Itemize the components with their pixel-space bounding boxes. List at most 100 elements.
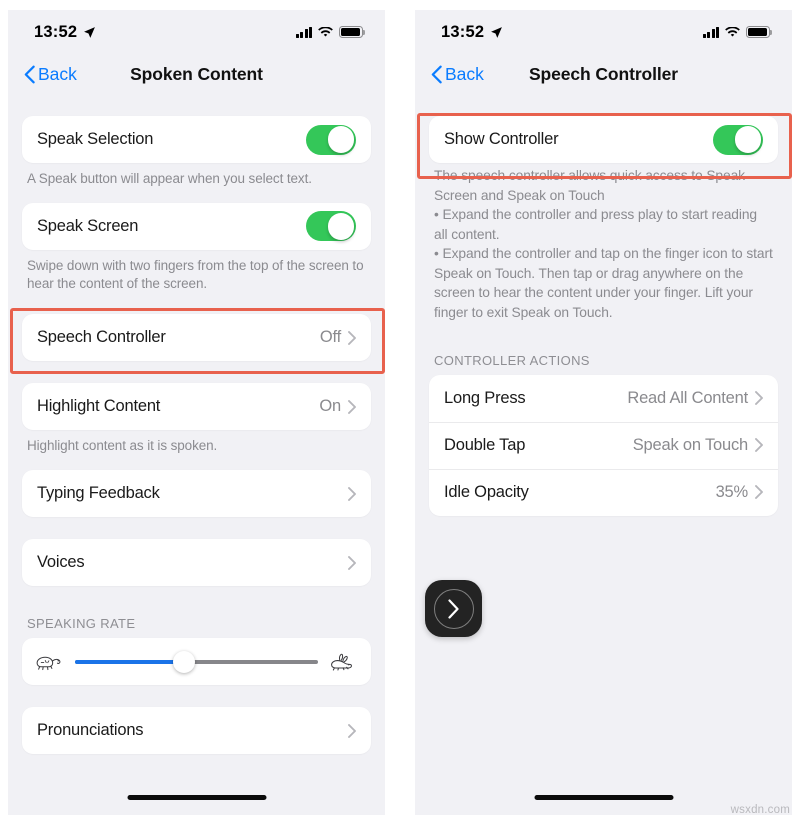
settings-list-left: Speak Selection A Speak button will appe… <box>8 94 385 755</box>
voices-value-group <box>348 555 356 570</box>
long-press-row[interactable]: Long Press Read All Content <box>429 375 778 422</box>
long-press-label: Long Press <box>444 388 526 407</box>
status-bar-left-group: 13:52 <box>34 23 96 42</box>
toggle-knob <box>327 212 355 240</box>
speech-controller-description: The speech controller allows quick acces… <box>434 168 773 321</box>
settings-list-right: Show Controller The speech controller al… <box>415 94 792 516</box>
chevron-left-icon <box>24 65 35 83</box>
show-controller-card: Show Controller <box>429 116 778 163</box>
speak-screen-row[interactable]: Speak Screen <box>22 203 371 250</box>
chevron-right-icon <box>348 555 356 570</box>
idle-opacity-value: 35% <box>715 482 749 501</box>
speech-controller-card: Speech Controller Off <box>22 314 371 362</box>
toggle-knob <box>327 126 355 153</box>
status-bar-right-group <box>295 26 366 38</box>
back-button-label-right: Back <box>445 63 484 84</box>
cellular-bars-icon <box>295 26 312 38</box>
double-tap-value: Speak on Touch <box>632 435 748 454</box>
highlight-content-footnote: Highlight content as it is spoken. <box>27 438 218 454</box>
status-bar-left: 13:52 <box>8 10 385 54</box>
right-phone-screen: 13:52 Back Speech Controller Show Contro… <box>415 10 792 815</box>
typing-feedback-label: Typing Feedback <box>37 484 160 503</box>
highlight-content-card: Highlight Content On <box>22 383 371 431</box>
chevron-right-icon <box>348 486 356 501</box>
idle-opacity-value-group: 35% <box>716 483 763 502</box>
left-phone-screen: 13:52 Back Spoken Content Speak Selectio… <box>8 10 385 815</box>
highlight-content-value-group: On <box>319 397 356 416</box>
speak-screen-label: Speak Screen <box>37 216 139 235</box>
highlight-content-value: On <box>319 397 341 416</box>
speaking-rate-card <box>22 638 371 686</box>
back-button-right[interactable]: Back <box>431 64 484 85</box>
tortoise-icon <box>36 656 61 670</box>
home-indicator-right <box>534 794 673 800</box>
typing-feedback-card: Typing Feedback <box>22 470 371 518</box>
status-bar-time: 13:52 <box>441 22 485 41</box>
speak-screen-toggle[interactable] <box>306 211 356 242</box>
hare-icon <box>331 653 352 671</box>
speaking-rate-slider[interactable] <box>75 650 318 673</box>
typing-feedback-row[interactable]: Typing Feedback <box>22 470 371 517</box>
speaking-rate-section-header: SPEAKING RATE <box>27 616 136 632</box>
pronunciations-label: Pronunciations <box>37 721 144 740</box>
speak-screen-footnote: Swipe down with two fingers from the top… <box>27 257 364 291</box>
watermark: wsxdn.com <box>730 804 790 816</box>
speak-selection-toggle[interactable] <box>306 124 356 155</box>
location-arrow-icon <box>84 26 96 38</box>
idle-opacity-label: Idle Opacity <box>444 482 529 501</box>
long-press-value-group: Read All Content <box>627 389 763 408</box>
chevron-right-in-circle-icon <box>433 588 474 629</box>
chevron-right-icon <box>755 391 763 406</box>
speech-controller-value: Off <box>319 328 341 347</box>
status-bar-right-group <box>702 26 773 38</box>
status-bar-time: 13:52 <box>34 22 78 41</box>
chevron-right-icon <box>348 330 356 345</box>
controller-actions-card: Long Press Read All Content Double Tap S… <box>429 374 778 516</box>
chevron-right-icon <box>348 723 356 738</box>
double-tap-label: Double Tap <box>444 435 526 454</box>
speech-controller-row[interactable]: Speech Controller Off <box>22 314 371 361</box>
speak-selection-row[interactable]: Speak Selection <box>22 116 371 163</box>
highlight-content-row[interactable]: Highlight Content On <box>22 383 371 430</box>
status-bar-right: 13:52 <box>415 10 792 54</box>
show-controller-row[interactable]: Show Controller <box>429 116 778 163</box>
speak-selection-card: Speak Selection <box>22 116 371 163</box>
pronunciations-card: Pronunciations <box>22 707 371 755</box>
floating-speech-controller[interactable] <box>425 580 482 637</box>
location-arrow-icon <box>491 26 503 38</box>
speech-controller-value-group: Off <box>320 328 356 347</box>
speech-controller-label: Speech Controller <box>37 328 166 347</box>
chevron-right-icon <box>448 598 459 619</box>
battery-icon <box>339 26 366 38</box>
nav-bar-right: Back Speech Controller <box>415 54 792 94</box>
wifi-icon <box>725 26 740 37</box>
toggle-knob <box>734 126 762 153</box>
show-controller-toggle[interactable] <box>713 124 763 155</box>
double-tap-value-group: Speak on Touch <box>633 436 763 455</box>
speak-selection-label: Speak Selection <box>37 130 154 148</box>
back-button-left[interactable]: Back <box>24 64 77 85</box>
idle-opacity-row[interactable]: Idle Opacity 35% <box>429 469 778 516</box>
highlight-content-label: Highlight Content <box>37 397 161 416</box>
speaking-rate-slider-fill <box>75 659 185 664</box>
chevron-right-icon <box>348 399 356 414</box>
pronunciations-row[interactable]: Pronunciations <box>22 707 371 754</box>
screenshot-canvas: 13:52 Back Spoken Content Speak Selectio… <box>0 0 800 823</box>
controller-actions-section-header: CONTROLLER ACTIONS <box>434 352 590 368</box>
wifi-icon <box>318 26 333 37</box>
nav-bar-left: Back Spoken Content <box>8 54 385 94</box>
back-button-label-left: Back <box>38 63 77 84</box>
battery-icon <box>746 26 773 38</box>
speaking-rate-slider-knob[interactable] <box>173 650 196 673</box>
long-press-value: Read All Content <box>627 388 748 407</box>
voices-card: Voices <box>22 539 371 587</box>
chevron-right-icon <box>755 485 763 500</box>
voices-row[interactable]: Voices <box>22 539 371 586</box>
double-tap-row[interactable]: Double Tap Speak on Touch <box>429 422 778 469</box>
chevron-right-icon <box>755 438 763 453</box>
status-bar-left-group: 13:52 <box>441 23 503 42</box>
cellular-bars-icon <box>702 26 719 38</box>
voices-label: Voices <box>37 553 85 572</box>
typing-feedback-value-group <box>348 486 356 501</box>
chevron-left-icon <box>431 65 442 83</box>
